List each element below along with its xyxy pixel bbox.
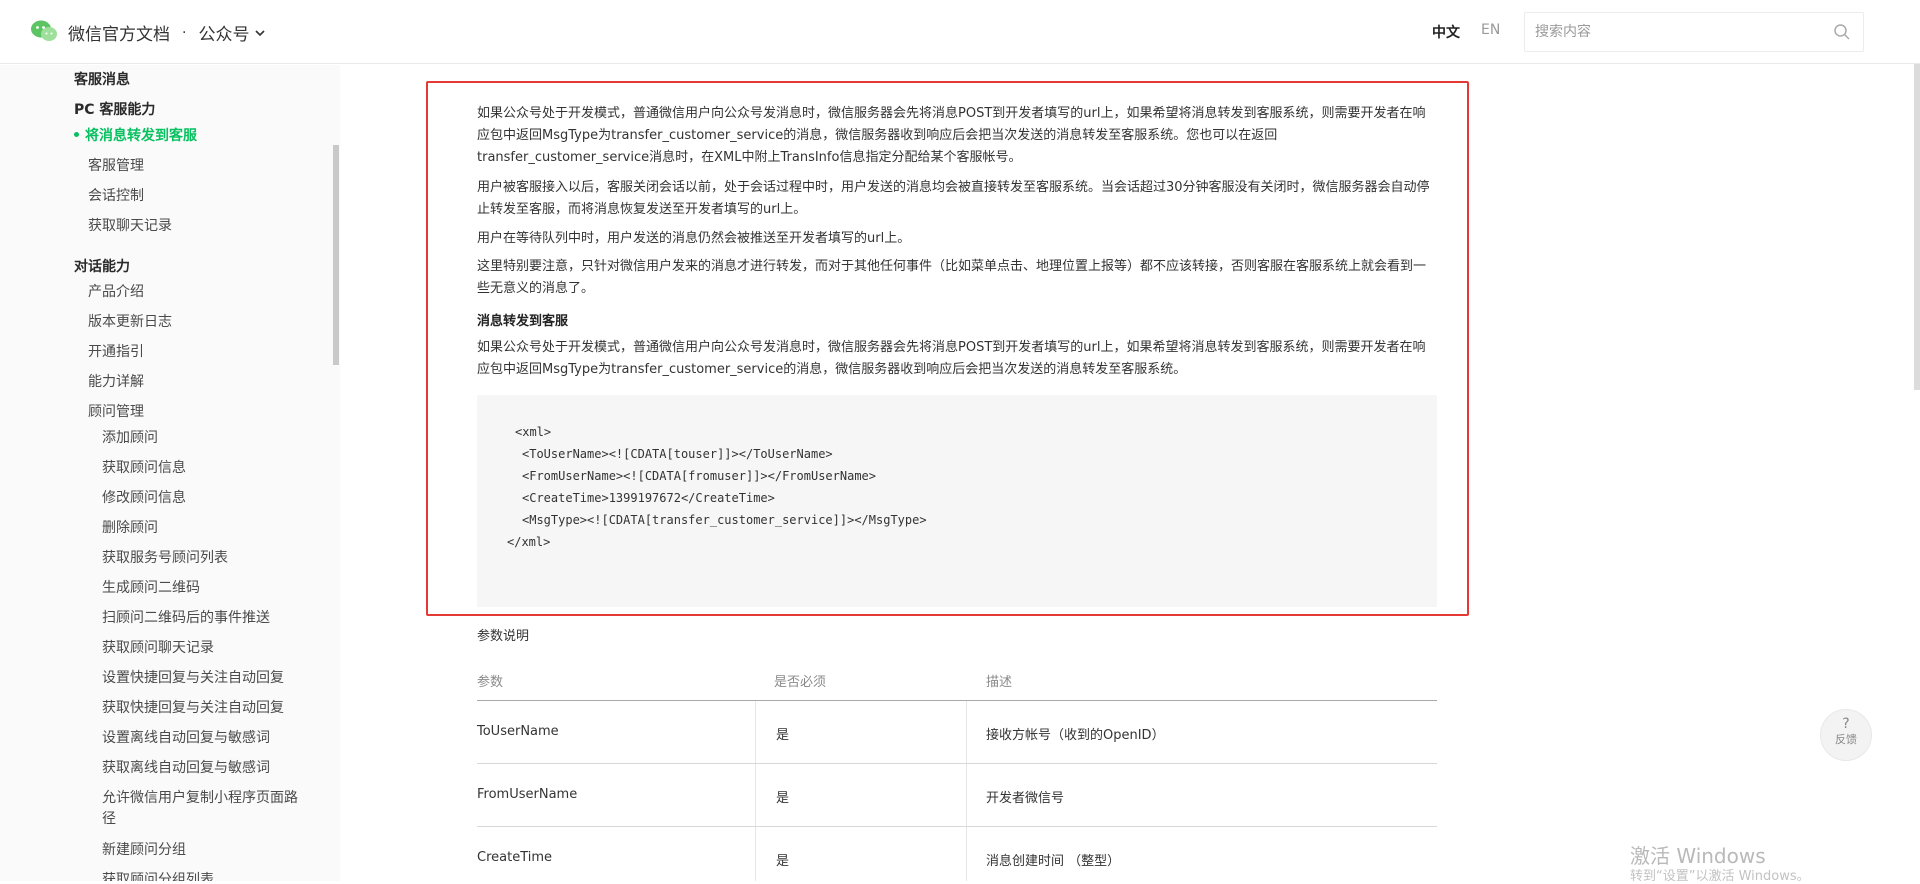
sidebar-item-advisor-list[interactable]: 获取服务号顾问列表	[102, 547, 228, 567]
table-header-param: 参数	[477, 675, 504, 690]
paragraph-5: 如果公众号处于开发模式，普通微信用户向公众号发消息时，微信服务器会先将消息POS…	[477, 340, 1426, 377]
table-header-divider	[477, 700, 1437, 701]
sidebar-nav: 客服消息 PC 客服能力 将消息转发到客服 客服管理 会话控制 获取聊天记录 对…	[0, 65, 340, 881]
section-heading: 消息转发到客服	[477, 314, 569, 329]
sidebar-item-delete-advisor[interactable]: 删除顾问	[102, 517, 158, 537]
table-header-required: 是否必须	[774, 675, 827, 690]
brand-separator: ·	[182, 24, 187, 41]
table-row-divider	[477, 763, 1437, 764]
paragraph-2: 用户被客服接入以后，客服关闭会话以前，处于会话过程中时，用户发送的消息均会被直接…	[477, 180, 1430, 217]
windows-activation-hint: 转到“设置”以激活 Windows。	[1630, 869, 1810, 884]
sidebar-item-forward-to-kefu[interactable]: 将消息转发到客服	[74, 125, 197, 145]
code-line: <ToUserName><![CDATA[touser]]></ToUserNa…	[522, 447, 833, 461]
active-bullet-icon	[74, 131, 79, 137]
sidebar-item-get-quick-reply[interactable]: 获取快捷回复与关注自动回复	[102, 697, 284, 717]
sidebar-item-allow-copy-path[interactable]: 允许微信用户复制小程序页面路	[102, 787, 298, 807]
table-column-divider	[966, 701, 967, 881]
question-icon: ?	[1842, 716, 1850, 732]
brand: 微信官方文档 · 公众号	[68, 20, 266, 45]
code-line: <CreateTime>1399197672</CreateTime>	[522, 491, 775, 505]
code-line: </xml>	[507, 535, 551, 549]
lang-en-link[interactable]: EN	[1481, 22, 1500, 38]
sidebar-item-dialog[interactable]: 对话能力	[74, 256, 130, 276]
sidebar-item-advisor-manage[interactable]: 顾问管理	[88, 401, 144, 421]
sidebar-item-add-advisor[interactable]: 添加顾问	[102, 427, 158, 447]
paragraph-3: 用户在等待队列中时，用户发送的消息仍然会被推送至开发者填写的url上。	[477, 231, 911, 246]
sidebar-item-product-intro[interactable]: 产品介绍	[88, 281, 144, 301]
sidebar-item-group-list[interactable]: 获取顾问分组列表	[102, 869, 214, 881]
code-line: <FromUserName><![CDATA[fromuser]]></From…	[522, 469, 877, 483]
sidebar-item-advisor-chat-records[interactable]: 获取顾问聊天记录	[102, 637, 214, 657]
sidebar-item-new-group[interactable]: 新建顾问分组	[102, 839, 186, 859]
wechat-logo-icon[interactable]	[30, 19, 58, 43]
sidebar-item-kefu-manage[interactable]: 客服管理	[88, 155, 144, 175]
sidebar-item-set-quick-reply[interactable]: 设置快捷回复与关注自动回复	[102, 667, 284, 687]
lang-zh-link[interactable]: 中文	[1432, 22, 1460, 42]
sidebar-item-edit-advisor-info[interactable]: 修改顾问信息	[102, 487, 186, 507]
table-cell: 接收方帐号（收到的OpenID）	[986, 728, 1165, 743]
sidebar-item-get-offline-reply[interactable]: 获取离线自动回复与敏感词	[102, 757, 270, 777]
table-header-desc: 描述	[986, 675, 1013, 690]
chevron-down-icon	[255, 29, 266, 36]
sidebar-scrollbar[interactable]	[333, 145, 339, 365]
search-box	[1524, 12, 1864, 52]
sidebar-item-chat-records[interactable]: 获取聊天记录	[88, 215, 172, 235]
table-cell: 是	[776, 854, 790, 869]
sidebar-item-capabilities[interactable]: 能力详解	[88, 371, 144, 391]
sidebar-item-qrcode-event[interactable]: 扫顾问二维码后的事件推送	[102, 607, 270, 627]
paragraph-1: 如果公众号处于开发模式，普通微信用户向公众号发消息时，微信服务器会先将消息POS…	[477, 106, 1426, 165]
sidebar-item-allow-copy-path-cont: 径	[102, 811, 116, 827]
table-cell: 是	[776, 728, 790, 743]
table-cell: 开发者微信号	[986, 791, 1065, 806]
search-input[interactable]	[1525, 13, 1833, 51]
product-label: 公众号	[198, 25, 250, 45]
sidebar-item-kefu-message[interactable]: 客服消息	[74, 69, 130, 89]
feedback-button[interactable]: ? 反馈	[1820, 709, 1872, 761]
brand-title[interactable]: 微信官方文档	[68, 20, 170, 45]
table-cell: 是	[776, 791, 790, 806]
param-section-title: 参数说明	[477, 629, 530, 644]
sidebar-item-changelog[interactable]: 版本更新日志	[88, 311, 172, 331]
table-column-divider	[755, 701, 756, 881]
product-switcher[interactable]: 公众号	[198, 20, 266, 45]
feedback-label: 反馈	[1835, 733, 1857, 746]
code-block[interactable]: <xml> <ToUserName><![CDATA[touser]]></To…	[477, 395, 1437, 607]
table-cell: CreateTime	[477, 850, 553, 865]
page-scrollbar[interactable]	[1914, 64, 1920, 390]
paragraph-4: 这里特别要注意，只针对微信用户发来的消息才进行转发，而对于其他任何事件（比如菜单…	[477, 259, 1427, 296]
sidebar-item-session-control[interactable]: 会话控制	[88, 185, 144, 205]
table-cell: ToUserName	[477, 724, 559, 739]
sidebar-item-set-offline-reply[interactable]: 设置离线自动回复与敏感词	[102, 727, 270, 747]
code-line: <xml>	[515, 425, 552, 439]
table-cell: FromUserName	[477, 787, 578, 802]
sidebar-item-pc-kefu[interactable]: PC 客服能力	[74, 99, 155, 119]
sidebar-item-get-advisor-info[interactable]: 获取顾问信息	[102, 457, 186, 477]
table-cell: 消息创建时间 （整型）	[986, 854, 1121, 869]
table-row-divider	[477, 826, 1437, 827]
search-icon[interactable]	[1833, 23, 1851, 41]
top-header: 微信官方文档 · 公众号 中文 EN	[0, 0, 1920, 64]
sidebar-item-guide[interactable]: 开通指引	[88, 341, 144, 361]
sidebar-item-label: 将消息转发到客服	[85, 128, 197, 144]
sidebar-item-advisor-qrcode[interactable]: 生成顾问二维码	[102, 577, 200, 597]
code-line: <MsgType><![CDATA[transfer_customer_serv…	[522, 513, 927, 527]
